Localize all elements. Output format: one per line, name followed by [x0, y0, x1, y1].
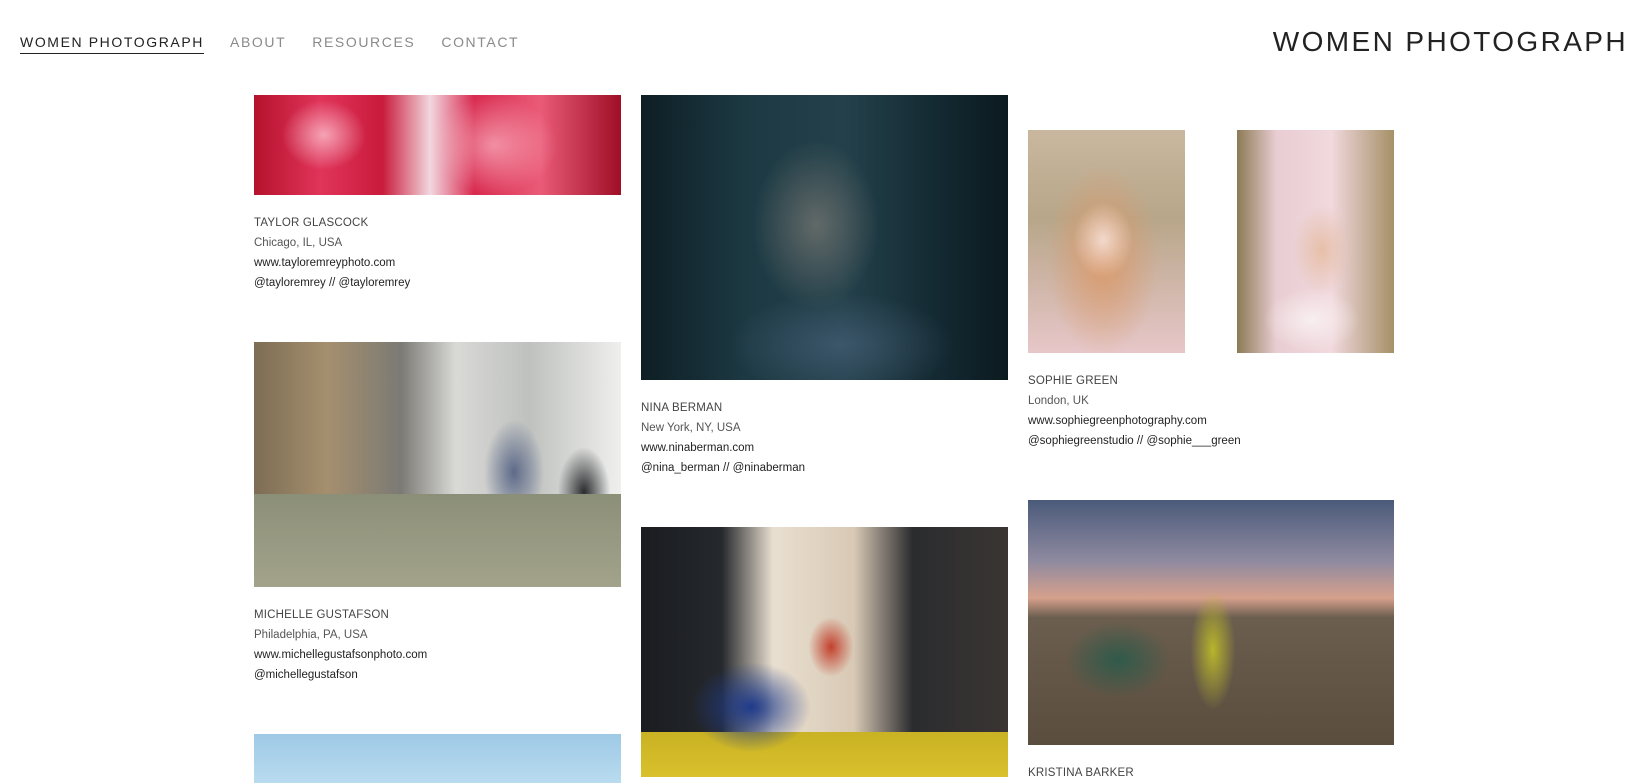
next-photographer-photo[interactable] — [254, 734, 621, 783]
sophie-green-photo-1[interactable] — [1028, 130, 1185, 353]
nina-berman-photo[interactable] — [641, 95, 1008, 380]
main-nav: WOMEN PHOTOGRAPH ABOUT RESOURCES CONTACT — [20, 34, 519, 54]
photographer-location: New York, NY, USA — [641, 422, 741, 434]
photographer-name: TAYLOR GLASCOCK — [254, 217, 369, 229]
photographer-social-links[interactable]: @michellegustafson — [254, 665, 427, 685]
photographer-name: MICHELLE GUSTAFSON — [254, 609, 390, 621]
photographer-website-link[interactable]: www.sophiegreenphotography.com — [1028, 411, 1241, 431]
nav-about-link[interactable]: ABOUT — [230, 34, 286, 54]
nav-contact-link[interactable]: CONTACT — [441, 34, 519, 54]
photographer-website-link[interactable]: www.tayloremreyphoto.com — [254, 253, 410, 273]
nav-home-link[interactable]: WOMEN PHOTOGRAPH — [20, 34, 205, 54]
taylor-glascock-caption: TAYLOR GLASCOCK Chicago, IL, USA www.tay… — [254, 213, 410, 293]
sophie-green-caption: SOPHIE GREEN London, UK www.sophiegreenp… — [1028, 371, 1241, 451]
taylor-glascock-photo[interactable] — [254, 95, 621, 195]
nav-resources-link[interactable]: RESOURCES — [312, 34, 415, 54]
photographer-name: KRISTINA BARKER — [1028, 767, 1134, 779]
photographer-location: London, UK — [1028, 395, 1089, 407]
michelle-gustafson-caption: MICHELLE GUSTAFSON Philadelphia, PA, USA… — [254, 605, 427, 685]
next-photographer-photo[interactable] — [641, 527, 1008, 777]
photographer-social-links[interactable]: @sophiegreenstudio // @sophie___green — [1028, 431, 1241, 451]
photographer-website-link[interactable]: www.ninaberman.com — [641, 438, 805, 458]
photographer-name: NINA BERMAN — [641, 402, 723, 414]
photographer-name: SOPHIE GREEN — [1028, 375, 1118, 387]
photographer-location: Chicago, IL, USA — [254, 237, 343, 249]
photographer-website-link[interactable]: www.michellegustafsonphoto.com — [254, 645, 427, 665]
photographer-social-links[interactable]: @tayloremrey // @tayloremrey — [254, 273, 410, 293]
michelle-gustafson-photo[interactable] — [254, 342, 621, 587]
kristina-barker-photo[interactable] — [1028, 500, 1394, 745]
kristina-barker-caption: KRISTINA BARKER — [1028, 763, 1134, 783]
photographer-social-links[interactable]: @nina_berman // @ninaberman — [641, 458, 805, 478]
nina-berman-caption: NINA BERMAN New York, NY, USA www.ninabe… — [641, 398, 805, 478]
sophie-green-photo-2[interactable] — [1237, 130, 1394, 353]
photographer-location: Philadelphia, PA, USA — [254, 629, 368, 641]
site-logo[interactable]: WOMEN PHOTOGRAPH — [1273, 26, 1628, 58]
